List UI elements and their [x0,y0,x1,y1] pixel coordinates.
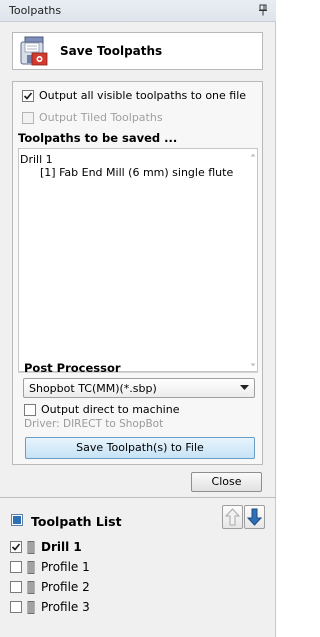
blue-square-icon [11,514,23,526]
driver-text: Driver: DIRECT to ShopBot [24,418,164,430]
list-scrollbar[interactable] [250,150,256,370]
output-tiled-option: Output Tiled Toolpaths [22,111,163,124]
save-toolpaths-to-file-button[interactable]: Save Toolpath(s) to File [25,437,255,459]
panel-title: Toolpaths [9,4,62,17]
end-mill-icon [27,560,35,574]
chevron-down-icon [240,385,249,390]
scroll-down-arrow-icon[interactable] [250,362,256,368]
list-item: Drill 1 [20,153,53,166]
toolpath-item-profile-2[interactable]: Profile 2 [10,579,90,595]
pin-icon[interactable] [258,4,268,16]
header-title: Save Toolpaths [60,44,163,58]
save-options-box: Output all visible toolpaths to one file… [12,81,263,465]
toolpath-label: Profile 3 [41,600,90,614]
toolpath-label: Profile 1 [41,560,90,574]
toolpath-label: Drill 1 [41,540,82,554]
toolpath-checkbox[interactable] [10,561,22,573]
toolpath-list-title: Toolpath List [31,514,122,529]
toolpath-checkbox[interactable] [10,581,22,593]
toolpaths-to-save-title: Toolpaths to be saved ... [18,131,178,145]
floppy-disk-icon [20,36,48,66]
output-direct-label: Output direct to machine [41,403,180,416]
toolpaths-to-save-list[interactable]: Drill 1 [1] Fab End Mill (6 mm) single f… [18,148,258,372]
list-item: [1] Fab End Mill (6 mm) single flute [40,166,234,179]
move-up-button[interactable] [222,505,243,529]
toolpath-item-profile-1[interactable]: Profile 1 [10,559,90,575]
toolpath-item-drill-1[interactable]: Drill 1 [10,539,82,555]
output-direct-checkbox[interactable] [24,403,36,416]
output-all-checkbox[interactable] [22,89,34,102]
end-mill-icon [27,600,35,614]
toolpath-label: Profile 2 [41,580,90,594]
arrow-up-icon [224,508,241,526]
scroll-up-arrow-icon[interactable] [250,152,256,158]
arrow-down-icon [246,508,263,526]
output-tiled-checkbox [22,111,34,124]
close-button[interactable]: Close [191,472,262,492]
post-processor-value: Shopbot TC(MM)(*.sbp) [29,382,157,395]
toolpath-checkbox[interactable] [10,601,22,613]
output-tiled-label: Output Tiled Toolpaths [39,111,163,124]
save-toolpaths-header: Save Toolpaths [12,32,263,70]
panel-titlebar: Toolpaths [0,0,276,22]
divider [0,497,276,498]
toolpath-item-profile-3[interactable]: Profile 3 [10,599,90,615]
end-mill-icon [27,540,35,554]
output-all-label: Output all visible toolpaths to one file [39,89,247,102]
output-direct-option[interactable]: Output direct to machine [24,403,179,416]
post-processor-title: Post Processor [24,361,121,375]
end-mill-icon [27,580,35,594]
output-all-option[interactable]: Output all visible toolpaths to one file [22,89,246,102]
toolpath-checkbox[interactable] [10,541,22,553]
post-processor-select[interactable]: Shopbot TC(MM)(*.sbp) [23,378,255,398]
move-down-button[interactable] [244,505,265,529]
